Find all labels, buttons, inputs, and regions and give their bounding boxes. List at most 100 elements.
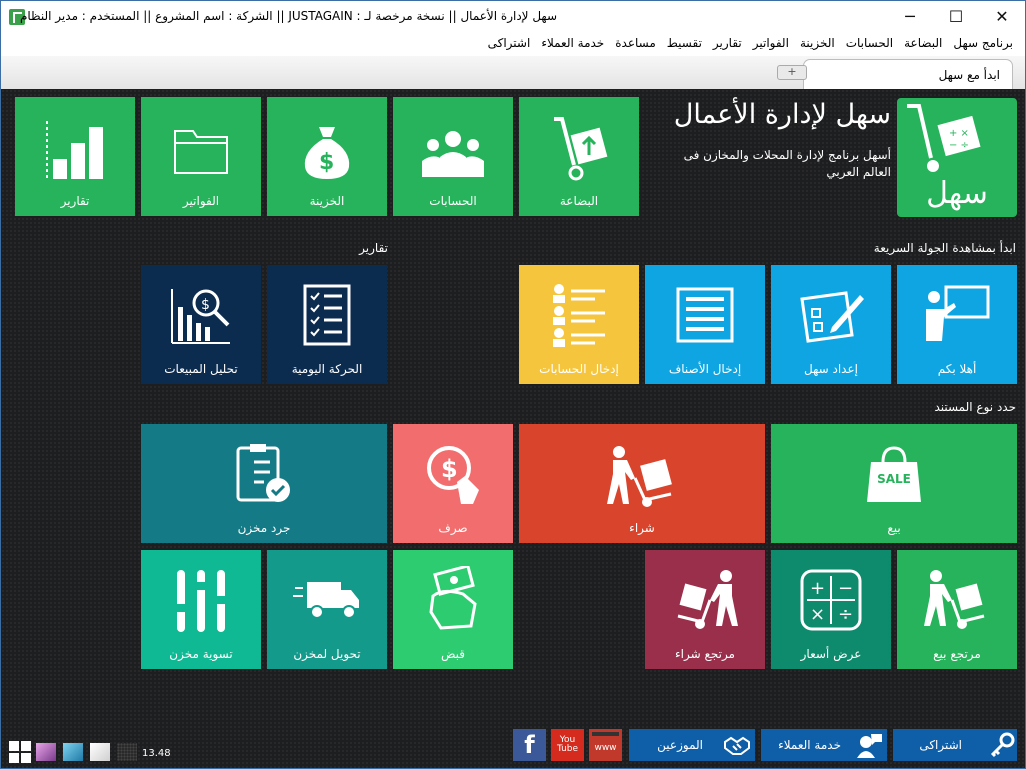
hero-title: سهل لإدارة الأعمال xyxy=(673,99,891,130)
key-icon xyxy=(990,732,1015,758)
youtube-icon: You Tube xyxy=(556,735,579,754)
hero-subtitle: أسهل برنامج لإدارة المحلات والمخازن فى ا… xyxy=(683,148,891,179)
menu-item-sahl[interactable]: برنامج سهل xyxy=(953,36,1013,50)
tile-store-adjustment[interactable]: تسوية مخزن xyxy=(141,550,261,669)
menu-item-customer-service[interactable]: خدمة العملاء xyxy=(541,36,604,50)
tile-sale-return-label: مرتجع بيع xyxy=(933,647,981,661)
coin-hand-icon: $ xyxy=(427,446,479,504)
support-agent-icon xyxy=(857,734,882,758)
tile-price-quote[interactable]: + − × ÷ عرض أسعار xyxy=(771,550,891,669)
tab-bar: ابدأ مع سهل + xyxy=(1,56,1025,89)
form-pencil-icon xyxy=(800,291,864,343)
tile-welcome[interactable]: أهلا بكم xyxy=(897,265,1017,384)
people-icon xyxy=(422,131,484,177)
tab-start-with-sahl[interactable]: ابدأ مع سهل xyxy=(803,59,1013,89)
menu-item-reports[interactable]: تقارير xyxy=(713,36,742,50)
app-window: سهل لإدارة الأعمال || نسخة مرخصة لـ : JU… xyxy=(0,0,1026,769)
distributors-button[interactable]: الموزعين xyxy=(629,729,755,761)
close-button[interactable]: ✕ xyxy=(979,1,1025,32)
subscription-label: اشتراكى xyxy=(919,738,962,752)
tile-accounts-label: الحسابات xyxy=(429,194,477,208)
tile-store-adjustment-label: تسوية مخزن xyxy=(169,647,233,661)
svg-text:$: $ xyxy=(201,297,210,313)
section-doc-type: حدد نوع المستند xyxy=(934,400,1016,414)
tile-add-items-label: إدخال الأصناف xyxy=(668,362,742,376)
tile-add-items[interactable]: إدخال الأصناف xyxy=(645,265,765,384)
tile-reports[interactable]: تقارير xyxy=(15,97,135,216)
menu-bar: برنامج سهل البضاعة الحسابات الخزينة الفو… xyxy=(1,32,1025,56)
tile-transfer-to-store[interactable]: تحويل لمخزن xyxy=(267,550,387,669)
tile-setup-label: إعداد سهل xyxy=(804,362,858,376)
sliders-icon xyxy=(173,570,229,632)
handtruck-person-icon xyxy=(924,570,985,629)
tile-add-accounts-label: إدخال الحسابات xyxy=(539,362,619,376)
handtruck-person-icon xyxy=(607,446,672,507)
teacher-board-icon xyxy=(926,285,990,341)
delivery-truck-icon xyxy=(293,582,359,619)
svg-text:÷: ÷ xyxy=(838,604,853,625)
tile-invoices[interactable]: الفواتير xyxy=(141,97,261,216)
tile-goods[interactable]: البضاعة xyxy=(519,97,639,216)
sahl-logo: + × − ÷ سهل xyxy=(897,98,1017,217)
tile-purchase-return-label: مرتجع شراء xyxy=(675,647,735,661)
tile-daily-movement-label: الحركة اليومية xyxy=(291,362,363,376)
customer-service-label: خدمة العملاء xyxy=(778,738,841,752)
tile-reports-label: تقارير xyxy=(60,194,90,208)
svg-text:$: $ xyxy=(319,150,334,175)
section-reports: تقارير xyxy=(359,241,388,255)
facebook-icon[interactable]: f xyxy=(513,729,546,761)
tile-sale-label: بيع xyxy=(887,521,901,535)
subscription-button[interactable]: اشتراكى xyxy=(893,729,1017,761)
tile-receipt-label: قبض xyxy=(440,647,466,661)
tile-setup[interactable]: إعداد سهل xyxy=(771,265,891,384)
svg-text:−: − xyxy=(838,578,853,599)
grid-view-icon[interactable] xyxy=(9,741,31,763)
clipboard-check-icon xyxy=(236,444,290,502)
tile-purchase-label: شراء xyxy=(629,521,655,535)
minimize-button[interactable]: ─ xyxy=(887,1,933,32)
website-button[interactable]: www xyxy=(589,729,622,761)
handshake-icon xyxy=(724,736,750,755)
tile-purchase[interactable]: شراء xyxy=(519,424,765,543)
tile-sales-analysis[interactable]: $ تحليل المبيعات xyxy=(141,265,261,384)
tile-treasury-label: الخزينة xyxy=(309,194,345,208)
tile-add-accounts[interactable]: إدخال الحسابات xyxy=(519,265,639,384)
youtube-button[interactable]: You Tube xyxy=(551,729,584,761)
tile-inventory-count-label: جرد مخزن xyxy=(237,521,291,535)
tile-accounts[interactable]: الحسابات xyxy=(393,97,513,216)
tile-inventory-count[interactable]: جرد مخزن xyxy=(141,424,387,543)
cart-calculator-icon: + × − ÷ xyxy=(907,104,981,172)
analysis-magnifier-icon: $ xyxy=(171,289,230,344)
menu-item-invoices[interactable]: الفواتير xyxy=(753,36,789,50)
tile-treasury[interactable]: $ الخزينة xyxy=(267,97,387,216)
customer-service-button[interactable]: خدمة العملاء xyxy=(761,729,887,761)
maximize-button[interactable]: ☐ xyxy=(933,1,979,32)
menu-item-subscription[interactable]: اشتراكى xyxy=(488,36,531,50)
svg-text:+ ×: + × xyxy=(949,128,969,139)
bar-chart-icon xyxy=(46,121,103,179)
menu-item-accounts[interactable]: الحسابات xyxy=(846,36,893,50)
goods-cart-icon xyxy=(554,117,608,181)
title-bar: سهل لإدارة الأعمال || نسخة مرخصة لـ : JU… xyxy=(1,1,1025,32)
bottom-bar: اشتراكى خدمة العملاء الموزعين www You Tu… xyxy=(1,728,1025,768)
logo-text: سهل xyxy=(926,176,988,211)
menu-item-help[interactable]: مساعدة xyxy=(615,36,656,50)
tile-daily-movement[interactable]: الحركة اليومية xyxy=(267,265,387,384)
tile-expense[interactable]: $ صرف xyxy=(393,424,513,543)
theme-swatch-dark[interactable] xyxy=(117,743,137,761)
tile-sale-return[interactable]: مرتجع بيع xyxy=(897,550,1017,669)
theme-swatch-white[interactable] xyxy=(90,743,110,761)
add-tab-button[interactable]: + xyxy=(777,65,807,80)
theme-swatch-blue[interactable] xyxy=(63,743,83,761)
menu-item-installments[interactable]: تقسيط xyxy=(667,36,702,50)
menu-item-treasury[interactable]: الخزينة xyxy=(800,36,835,50)
theme-swatch-purple[interactable] xyxy=(36,743,56,761)
tile-sale[interactable]: SALE بيع xyxy=(771,424,1017,543)
money-bag-icon: $ xyxy=(304,127,350,179)
section-tour: ابدأ بمشاهدة الجولة السريعة xyxy=(873,241,1016,255)
contacts-list-icon xyxy=(553,284,605,347)
hand-cash-icon xyxy=(429,566,477,630)
tile-purchase-return[interactable]: مرتجع شراء xyxy=(645,550,765,669)
menu-item-goods[interactable]: البضاعة xyxy=(904,36,942,50)
tile-receipt[interactable]: قبض xyxy=(393,550,513,669)
